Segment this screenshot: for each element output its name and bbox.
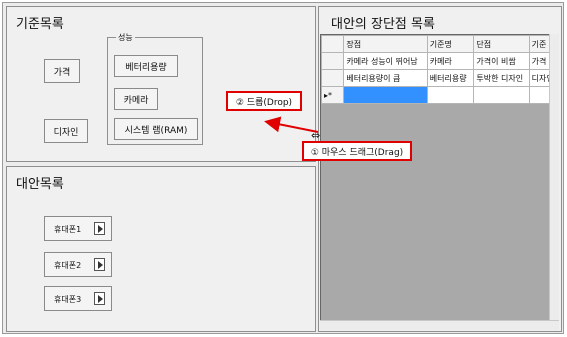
drop-annotation: ② 드롭(Drop)	[226, 91, 302, 111]
horizontal-scrollbar[interactable]	[320, 320, 559, 330]
alternatives-panel-title: 대안목록	[16, 177, 64, 192]
phone-label: 휴대폰2	[54, 261, 82, 270]
table-header-row: 장점 기준명 단점 기준	[321, 35, 558, 53]
pros-cons-table: 장점 기준명 단점 기준 카메라 성능이 뛰어남 카메라 가격이 비쌈 가격 베…	[321, 35, 558, 104]
criterion-design-button[interactable]: 디자인	[44, 119, 88, 143]
alternatives-panel: 대안목록 휴대폰1 휴대폰2 휴대폰3	[6, 166, 316, 332]
phone-label: 휴대폰1	[54, 225, 82, 234]
row-header[interactable]	[321, 52, 345, 70]
row-header[interactable]	[321, 69, 345, 87]
criterion-battery-button[interactable]: 베터리용량	[114, 55, 178, 77]
table-cell[interactable]: 베터리용량이 큼	[343, 69, 428, 87]
drag-annotation: ① 마우스 드래그(Drag)	[302, 141, 412, 161]
table-cell[interactable]: 카메라 성능이 뛰어남	[343, 52, 428, 70]
table-cell[interactable]: 투박한 디자인	[473, 69, 530, 87]
table-cell[interactable]: 가격이 비쌈	[473, 52, 530, 70]
column-header-cons[interactable]: 단점	[473, 35, 530, 53]
column-header-pros[interactable]: 장점	[343, 35, 428, 53]
play-arrow-icon[interactable]	[94, 258, 105, 271]
phone-item-2[interactable]: 휴대폰2	[44, 252, 112, 277]
table-cell-selected[interactable]	[343, 86, 428, 104]
table-cell[interactable]: 카메라	[426, 52, 475, 70]
criterion-camera-button[interactable]: 카메라	[114, 88, 158, 110]
phone-label: 휴대폰3	[54, 295, 82, 304]
table-row[interactable]: 베터리용량이 큼 베터리용량 투박한 디자인 디자인	[321, 69, 558, 87]
phone-item-3[interactable]: 휴대폰3	[44, 286, 112, 311]
pros-cons-grid[interactable]: 장점 기준명 단점 기준 카메라 성능이 뛰어남 카메라 가격이 비쌈 가격 베…	[320, 34, 559, 330]
new-row-marker: ▸*	[321, 86, 345, 104]
column-header-criterion[interactable]: 기준명	[426, 35, 475, 53]
criteria-panel-title: 기준목록	[16, 17, 64, 32]
criterion-price-button[interactable]: 가격	[44, 59, 80, 83]
row-header-corner	[321, 35, 345, 53]
phone-item-1[interactable]: 휴대폰1	[44, 216, 112, 241]
vertical-scrollbar[interactable]	[549, 34, 559, 330]
table-new-row[interactable]: ▸*	[321, 86, 558, 104]
play-arrow-icon[interactable]	[94, 222, 105, 235]
table-cell[interactable]	[426, 86, 475, 104]
pros-cons-panel-title: 대안의 장단점 목록	[331, 17, 435, 32]
table-row[interactable]: 카메라 성능이 뛰어남 카메라 가격이 비쌈 가격	[321, 52, 558, 70]
play-arrow-icon[interactable]	[94, 292, 105, 305]
performance-group: 성능 베터리용량 카메라 시스템 램(RAM)	[107, 32, 203, 145]
criterion-ram-button[interactable]: 시스템 램(RAM)	[114, 118, 198, 140]
table-cell[interactable]: 베터리용량	[426, 69, 475, 87]
performance-group-label: 성능	[116, 32, 135, 43]
table-cell[interactable]	[473, 86, 530, 104]
